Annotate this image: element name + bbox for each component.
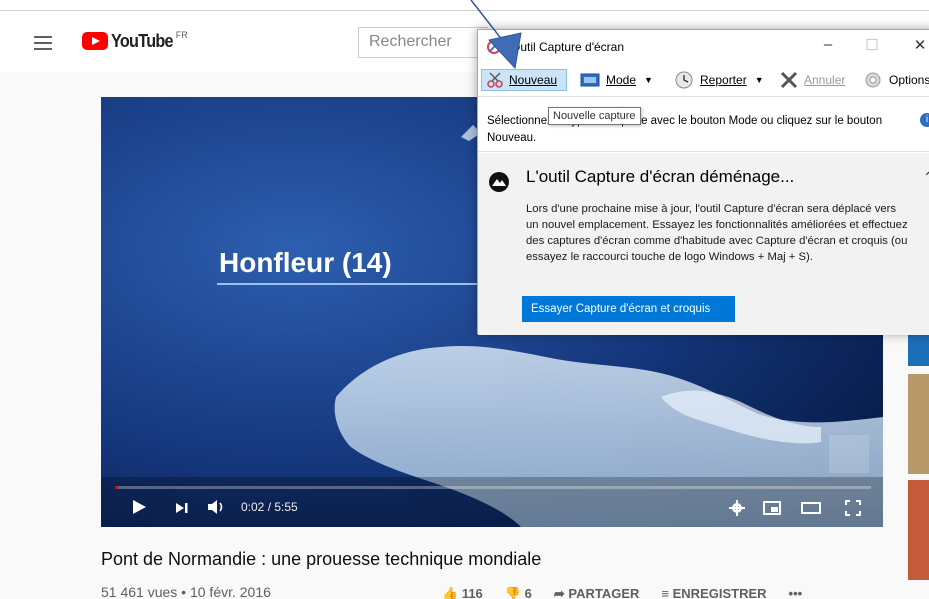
dislike-icon: 👎 bbox=[504, 586, 521, 599]
theater-icon[interactable] bbox=[801, 501, 821, 518]
share-button[interactable]: ➦ PARTAGER bbox=[554, 586, 640, 599]
volume-icon[interactable] bbox=[207, 499, 227, 518]
fullscreen-icon[interactable] bbox=[845, 500, 861, 519]
snip-icon bbox=[487, 40, 501, 54]
next-icon[interactable] bbox=[175, 501, 189, 517]
hamburger-icon[interactable] bbox=[34, 36, 52, 50]
delay-label: Reporter bbox=[700, 73, 747, 87]
video-actions: 👍 116 👎 6 ➦ PARTAGER ≡ ENREGISTRER ••• bbox=[442, 586, 802, 599]
save-label: ENREGISTRER bbox=[672, 586, 767, 599]
moving-notice: L'outil Capture d'écran déménage... ⌃ Lo… bbox=[478, 153, 929, 335]
mode-icon bbox=[580, 73, 600, 87]
scissors-icon bbox=[487, 72, 503, 88]
mode-dropdown-icon[interactable]: ▼ bbox=[644, 75, 653, 85]
progress-bar[interactable] bbox=[115, 486, 871, 489]
save-button[interactable]: ≡ ENREGISTRER bbox=[661, 586, 766, 599]
options-button[interactable]: Options bbox=[863, 69, 929, 91]
search-input[interactable]: Rechercher bbox=[358, 27, 488, 58]
notice-body: Lors d'une prochaine mise à jour, l'outi… bbox=[526, 203, 908, 263]
instructions-text: Sélectionnez le type de capture avec le … bbox=[487, 115, 883, 144]
notice-title: L'outil Capture d'écran déménage... bbox=[526, 167, 795, 186]
country-code: FR bbox=[175, 30, 188, 40]
like-button[interactable]: 👍 116 bbox=[442, 586, 483, 599]
screenshot-root: YouTube FR Rechercher Honfleur (14) 0:02… bbox=[0, 0, 929, 599]
try-snip-sketch-button[interactable]: Essayer Capture d'écran et croquis bbox=[522, 296, 735, 322]
minimize-icon[interactable]: – bbox=[817, 36, 839, 56]
window-title: Outil Capture d'écran bbox=[511, 40, 625, 54]
caption-underline bbox=[217, 283, 493, 285]
mode-button[interactable]: Mode ▼ bbox=[580, 69, 653, 91]
snipping-tool-window: Outil Capture d'écran – ☐ ✕ Nouveau Mode… bbox=[477, 29, 929, 335]
cancel-label: Annuler bbox=[804, 73, 846, 87]
options-label: Options bbox=[889, 73, 929, 87]
miniplayer-icon[interactable] bbox=[763, 501, 781, 518]
title-bar[interactable]: Outil Capture d'écran – ☐ ✕ bbox=[478, 30, 929, 63]
youtube-logo[interactable]: YouTube FR bbox=[82, 30, 188, 51]
chevron-up-icon[interactable]: ⌃ bbox=[923, 169, 929, 186]
gear-icon bbox=[865, 72, 881, 88]
mode-label: Mode bbox=[606, 73, 637, 87]
video-caption: Honfleur (14) bbox=[219, 247, 392, 278]
like-icon: 👍 bbox=[442, 586, 459, 599]
snip-sketch-icon bbox=[489, 172, 509, 192]
instructions-panel: Sélectionnez le type de capture avec le … bbox=[478, 98, 929, 152]
top-divider bbox=[0, 10, 929, 11]
clock-icon bbox=[675, 71, 693, 89]
logo-text: YouTube bbox=[111, 31, 174, 51]
cancel-button[interactable]: Annuler bbox=[780, 69, 845, 91]
video-stats: 51 461 vues • 10 févr. 2016 bbox=[101, 584, 271, 599]
play-icon[interactable] bbox=[131, 499, 147, 518]
dislike-button[interactable]: 👎 6 bbox=[505, 586, 532, 599]
delay-dropdown-icon[interactable]: ▼ bbox=[755, 75, 764, 85]
cancel-x-icon bbox=[780, 71, 798, 89]
share-label: PARTAGER bbox=[568, 586, 640, 599]
new-label: Nouveau bbox=[509, 73, 558, 87]
save-icon: ≡ bbox=[661, 586, 669, 599]
progress-fill bbox=[115, 486, 119, 489]
info-icon[interactable]: i bbox=[920, 113, 929, 127]
video-title: Pont de Normandie : une prouesse techniq… bbox=[101, 549, 542, 569]
new-snip-tooltip: Nouvelle capture bbox=[548, 107, 641, 125]
side-thumbnail[interactable] bbox=[908, 330, 929, 366]
dislike-count: 6 bbox=[524, 586, 532, 599]
side-thumbnail[interactable] bbox=[908, 480, 929, 580]
snip-toolbar: Nouveau Mode ▼ Reporter ▼ Annuler Option… bbox=[478, 63, 929, 97]
side-thumbnail[interactable] bbox=[908, 374, 929, 474]
maximize-icon[interactable]: ☐ bbox=[861, 36, 883, 56]
youtube-play-icon bbox=[82, 32, 108, 50]
close-icon[interactable]: ✕ bbox=[909, 36, 929, 56]
new-snip-button[interactable]: Nouveau bbox=[481, 69, 567, 91]
time-display: 0:02 / 5:55 bbox=[241, 500, 298, 514]
settings-icon[interactable] bbox=[729, 500, 745, 519]
more-button[interactable]: ••• bbox=[789, 586, 803, 599]
delay-button[interactable]: Reporter ▼ bbox=[674, 69, 764, 91]
share-icon: ➦ bbox=[553, 586, 565, 599]
like-count: 116 bbox=[461, 586, 483, 599]
